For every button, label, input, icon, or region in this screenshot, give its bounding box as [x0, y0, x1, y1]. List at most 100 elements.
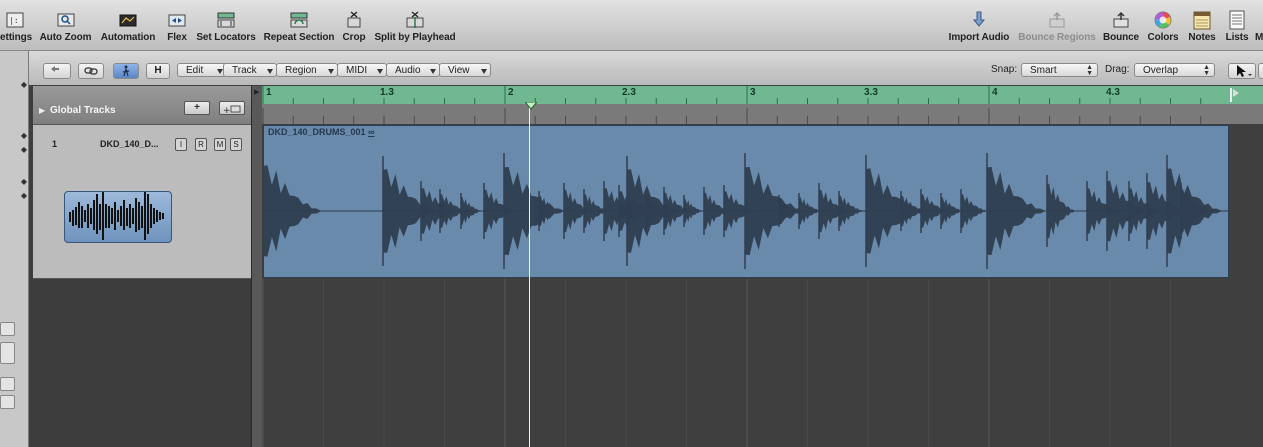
toolbar-label: Import Audio: [948, 32, 1010, 43]
hide-button[interactable]: H: [146, 63, 170, 79]
toolbar-label: Repeat Section: [263, 32, 335, 43]
ruler-tick-label: 1: [266, 87, 272, 98]
back-button[interactable]: [43, 63, 71, 79]
inspector-control[interactable]: [0, 395, 15, 409]
drag-select[interactable]: Overlap ▲ ▼: [1134, 63, 1215, 77]
updown-icon[interactable]: ◆: [0, 80, 27, 90]
toolbar-label: M: [1255, 32, 1263, 43]
audio-menu[interactable]: Audio: [386, 63, 440, 77]
menu-label: Audio: [395, 65, 421, 76]
global-tracks-row[interactable]: ▶ Global Tracks + +: [33, 86, 251, 125]
snap-label: Snap:: [991, 64, 1018, 75]
colors-icon: [1154, 11, 1172, 29]
end-marker-icon[interactable]: [1229, 87, 1241, 103]
ruler-tick-label: 3.3: [864, 87, 878, 98]
record-enable-button[interactable]: R: [195, 138, 207, 151]
toolbar-label: Auto Zoom: [39, 32, 92, 43]
main-toolbar: |: ettings Auto Zoom Automation Flex Set…: [0, 0, 1263, 51]
toolbar-label: Bounce Regions: [1018, 32, 1096, 43]
edit-menu[interactable]: Edit: [177, 63, 227, 77]
catch-icon: [122, 65, 130, 77]
crop-button[interactable]: Crop: [341, 0, 367, 50]
updown-icon[interactable]: ◆: [0, 191, 27, 201]
notes-button[interactable]: Notes: [1186, 0, 1218, 50]
bounce-regions-icon: [1049, 11, 1065, 28]
chevron-down-icon: [430, 69, 436, 74]
media-button[interactable]: M: [1255, 0, 1263, 50]
settings-icon: |:: [6, 12, 24, 28]
updown-icon[interactable]: ◆: [0, 131, 27, 141]
mute-button[interactable]: M: [214, 138, 226, 151]
menu-label: Track: [232, 65, 257, 76]
repeat-section-button[interactable]: Repeat Section: [263, 0, 335, 50]
settings-button[interactable]: |: ettings: [0, 0, 33, 50]
inspector-control[interactable]: [0, 377, 15, 391]
region-name[interactable]: DKD_140_DRUMS_001 ∞: [268, 127, 374, 137]
updown-icon[interactable]: ◆: [0, 145, 27, 155]
toolbar-label: Colors: [1147, 32, 1179, 43]
auto-zoom-button[interactable]: Auto Zoom: [39, 0, 92, 50]
toolbar-label: Bounce: [1102, 32, 1140, 43]
inspector-control[interactable]: [0, 322, 15, 336]
inspector-edge: ◆ ◆ ◆ ◆ ◆: [0, 51, 29, 447]
toolbar-label: ettings: [0, 32, 33, 43]
disclosure-triangle-icon[interactable]: ▶: [39, 106, 45, 115]
region-waveform: [263, 151, 1229, 271]
midi-menu[interactable]: MIDI: [337, 63, 387, 77]
track-number: 1: [52, 139, 58, 149]
track-name[interactable]: DKD_140_D...: [100, 139, 159, 149]
import-audio-button[interactable]: Import Audio: [946, 0, 1012, 50]
track-menu[interactable]: Track: [223, 63, 277, 77]
pencil-tool-button[interactable]: [1258, 63, 1263, 79]
audio-region[interactable]: [263, 125, 1229, 278]
region-menu[interactable]: Region: [276, 63, 338, 77]
drag-value: Overlap: [1143, 65, 1179, 76]
repeat-section-icon: [290, 12, 308, 28]
toolbar-label: Notes: [1188, 32, 1216, 43]
ruler-tick-label: 4.3: [1106, 87, 1120, 98]
updown-icon[interactable]: ◆: [0, 177, 27, 187]
menu-label: MIDI: [346, 65, 368, 76]
add-track-with-options-button[interactable]: +: [219, 101, 245, 116]
input-monitor-button[interactable]: I: [175, 138, 187, 151]
catch-button[interactable]: [113, 63, 139, 79]
link-button[interactable]: [78, 63, 104, 79]
colors-button[interactable]: Colors: [1146, 0, 1180, 50]
pointer-icon: [1237, 65, 1252, 77]
set-locators-icon: [217, 12, 235, 28]
chevron-down-icon: [328, 69, 334, 74]
updown-icon: ▲ ▼: [1203, 64, 1210, 77]
add-track-icon: +: [223, 105, 241, 116]
lists-button[interactable]: Lists: [1224, 0, 1250, 50]
flex-button[interactable]: Flex: [164, 0, 190, 50]
add-track-button[interactable]: +: [184, 101, 210, 115]
bounce-icon: [1113, 11, 1129, 28]
bounce-button[interactable]: Bounce: [1102, 0, 1140, 50]
solo-button[interactable]: S: [230, 138, 242, 151]
snap-select[interactable]: Smart ▲ ▼: [1021, 63, 1098, 77]
automation-button[interactable]: Automation: [100, 0, 156, 50]
split-icon: [406, 11, 424, 28]
chevron-right-icon: ▶: [254, 89, 260, 96]
lists-icon: [1229, 10, 1245, 30]
chevron-down-icon: [377, 69, 383, 74]
toolbar-label: Set Locators: [196, 32, 256, 43]
set-locators-button[interactable]: Set Locators: [196, 0, 256, 50]
svg-text:|:: |:: [9, 16, 19, 25]
split-by-playhead-button[interactable]: Split by Playhead: [373, 0, 457, 50]
pointer-tool-button[interactable]: [1228, 63, 1256, 79]
crop-icon: [347, 11, 361, 28]
global-tracks-label: Global Tracks: [50, 105, 116, 116]
svg-text:+: +: [223, 106, 231, 115]
inspector-control[interactable]: [0, 342, 15, 364]
import-audio-icon: [972, 11, 986, 27]
playhead-marker-icon[interactable]: [525, 102, 537, 110]
view-menu[interactable]: View: [439, 63, 491, 77]
playhead[interactable]: [529, 104, 530, 447]
bounce-regions-button[interactable]: Bounce Regions: [1018, 0, 1096, 50]
notes-icon: [1193, 11, 1211, 30]
track-list-empty-area[interactable]: [33, 279, 252, 447]
region-name-label: DKD_140_DRUMS_001: [268, 127, 366, 137]
chevron-down-icon: [267, 69, 273, 74]
menu-label: Edit: [186, 65, 204, 76]
